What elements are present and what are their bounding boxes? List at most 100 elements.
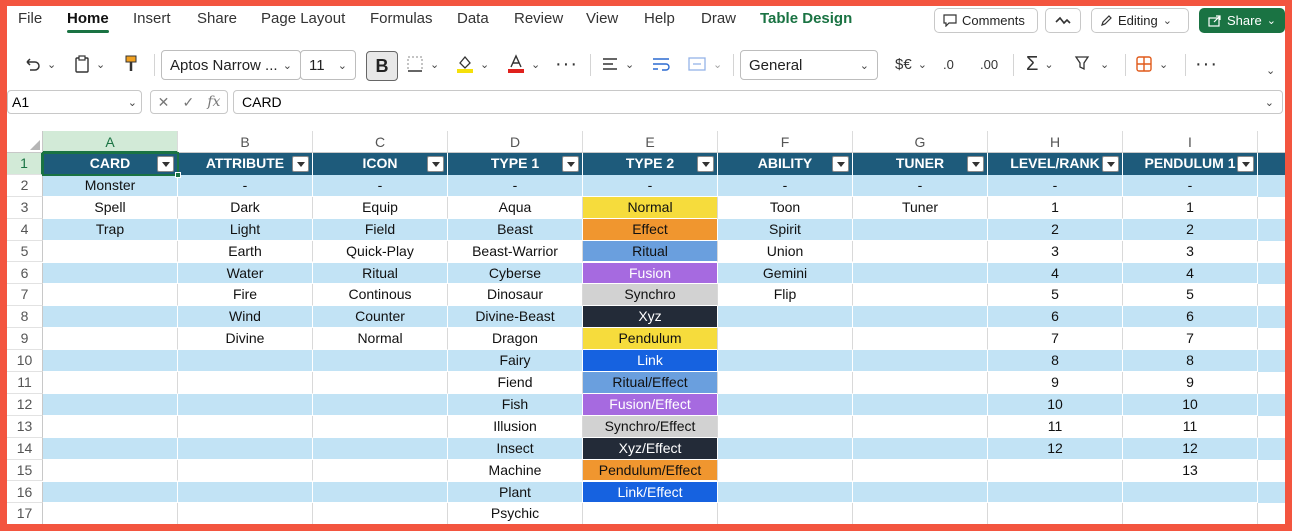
column-header-b[interactable]: B xyxy=(178,131,313,153)
column-header-f[interactable]: F xyxy=(718,131,853,153)
table-cell[interactable] xyxy=(853,240,988,263)
sort-filter-button[interactable]: ⌄ xyxy=(1074,42,1109,86)
table-cell[interactable]: Xyz/Effect xyxy=(583,437,718,460)
filter-dropdown-icon[interactable] xyxy=(967,156,984,172)
table-cell[interactable] xyxy=(718,306,853,329)
table-cell[interactable] xyxy=(43,284,178,307)
table-cell[interactable]: Link/Effect xyxy=(583,481,718,504)
table-cell[interactable] xyxy=(853,328,988,351)
tab-table-design[interactable]: Table Design xyxy=(760,10,852,27)
table-cell[interactable]: Insect xyxy=(448,437,583,460)
table-cell[interactable] xyxy=(178,437,313,460)
row-header-14[interactable]: 14 xyxy=(7,437,43,460)
tab-file[interactable]: File xyxy=(18,10,42,27)
table-cell[interactable]: Fusion/Effect xyxy=(583,393,718,416)
column-header-e[interactable]: E xyxy=(583,131,718,153)
currency-button[interactable]: $€ ⌄ xyxy=(895,42,927,86)
table-header-cell[interactable]: PENDULUM 1 xyxy=(1123,153,1258,175)
table-cell[interactable]: 13 xyxy=(1123,459,1258,482)
table-cell[interactable]: Union xyxy=(718,240,853,263)
table-cell[interactable]: 1 xyxy=(1123,196,1258,219)
table-cell[interactable] xyxy=(718,328,853,351)
select-all-button[interactable] xyxy=(7,131,43,153)
table-cell[interactable]: 7 xyxy=(1123,328,1258,351)
table-cell[interactable] xyxy=(718,481,853,504)
increase-decimal-button[interactable]: .0 xyxy=(943,42,954,86)
table-cell[interactable]: Link xyxy=(583,350,718,372)
table-cell[interactable] xyxy=(1258,196,1285,219)
table-cell[interactable] xyxy=(43,262,178,285)
undo-button[interactable]: ⌄ xyxy=(23,42,56,86)
bold-button[interactable]: B xyxy=(366,51,398,81)
fill-color-button[interactable]: ⌄ xyxy=(456,42,489,86)
table-cell[interactable]: Fish xyxy=(448,393,583,416)
table-cell[interactable] xyxy=(988,503,1123,524)
table-cell[interactable] xyxy=(718,415,853,438)
column-header-a[interactable]: A xyxy=(43,131,178,153)
table-cell[interactable]: Dark xyxy=(178,196,313,219)
column-header-g[interactable]: G xyxy=(853,131,988,153)
filter-dropdown-icon[interactable] xyxy=(1237,156,1254,172)
filter-dropdown-icon[interactable] xyxy=(427,156,444,172)
table-cell[interactable] xyxy=(178,415,313,438)
table-cell[interactable]: Toon xyxy=(718,196,853,219)
table-cell[interactable] xyxy=(43,459,178,482)
table-cell[interactable]: Tuner xyxy=(853,196,988,219)
table-cell[interactable] xyxy=(43,481,178,504)
table-cell[interactable]: Machine xyxy=(448,459,583,482)
table-cell[interactable]: Flip xyxy=(718,284,853,307)
table-cell[interactable] xyxy=(43,503,178,524)
table-cell[interactable]: Normal xyxy=(313,328,448,351)
table-cell[interactable] xyxy=(178,459,313,482)
tab-view[interactable]: View xyxy=(586,10,618,27)
paste-button[interactable]: ⌄ xyxy=(74,42,105,86)
table-cell[interactable] xyxy=(853,372,988,394)
table-header-cell[interactable]: TYPE 1 xyxy=(448,153,583,175)
table-cell[interactable] xyxy=(853,481,988,504)
format-painter-button[interactable] xyxy=(124,42,138,86)
table-cell[interactable]: Divine xyxy=(178,328,313,351)
table-cell[interactable]: Normal xyxy=(583,196,718,219)
table-cell[interactable] xyxy=(1258,174,1285,197)
table-cell[interactable]: 9 xyxy=(1123,372,1258,394)
table-cell[interactable] xyxy=(853,262,988,285)
column-header-h[interactable]: H xyxy=(988,131,1123,153)
table-cell[interactable] xyxy=(178,372,313,394)
table-header-cell[interactable]: TUNER xyxy=(853,153,988,175)
table-cell[interactable] xyxy=(1258,328,1285,351)
table-cell[interactable]: - xyxy=(448,174,583,197)
table-cell[interactable] xyxy=(853,350,988,372)
table-cell[interactable]: Pendulum xyxy=(583,328,718,351)
table-cell[interactable]: 10 xyxy=(1123,393,1258,416)
row-header-5[interactable]: 5 xyxy=(7,240,43,263)
table-cell[interactable]: 2 xyxy=(1123,218,1258,241)
table-cell[interactable] xyxy=(1258,306,1285,329)
table-cell[interactable]: Fiend xyxy=(448,372,583,394)
align-button[interactable]: ⌄ xyxy=(601,42,634,86)
tab-help[interactable]: Help xyxy=(644,10,675,27)
insert-function-button[interactable]: fx xyxy=(207,94,220,110)
table-cell[interactable]: - xyxy=(178,174,313,197)
table-cell[interactable] xyxy=(853,503,988,524)
share-button[interactable]: Share ⌄ xyxy=(1199,8,1285,33)
table-cell[interactable]: Synchro xyxy=(583,284,718,307)
table-cell[interactable]: Trap xyxy=(43,218,178,241)
filter-dropdown-icon[interactable] xyxy=(292,156,309,172)
row-header-2[interactable]: 2 xyxy=(7,174,43,197)
table-cell[interactable]: Water xyxy=(178,262,313,285)
table-cell[interactable]: Fire xyxy=(178,284,313,307)
table-cell[interactable] xyxy=(718,459,853,482)
table-cell[interactable]: Equip xyxy=(313,196,448,219)
table-cell[interactable] xyxy=(853,306,988,329)
column-header-i[interactable]: I xyxy=(1123,131,1258,153)
table-header-cell[interactable]: CARD xyxy=(43,153,178,175)
table-cell[interactable]: Xyz xyxy=(583,306,718,329)
row-header-6[interactable]: 6 xyxy=(7,262,43,285)
table-cell[interactable] xyxy=(1258,503,1285,524)
table-style-button[interactable]: ⌄ xyxy=(1135,42,1168,86)
table-cell[interactable] xyxy=(853,415,988,438)
row-header-15[interactable]: 15 xyxy=(7,459,43,482)
autosum-button[interactable]: Σ ⌄ xyxy=(1026,42,1054,86)
table-cell[interactable]: 7 xyxy=(988,328,1123,351)
table-cell[interactable]: 8 xyxy=(1123,350,1258,372)
